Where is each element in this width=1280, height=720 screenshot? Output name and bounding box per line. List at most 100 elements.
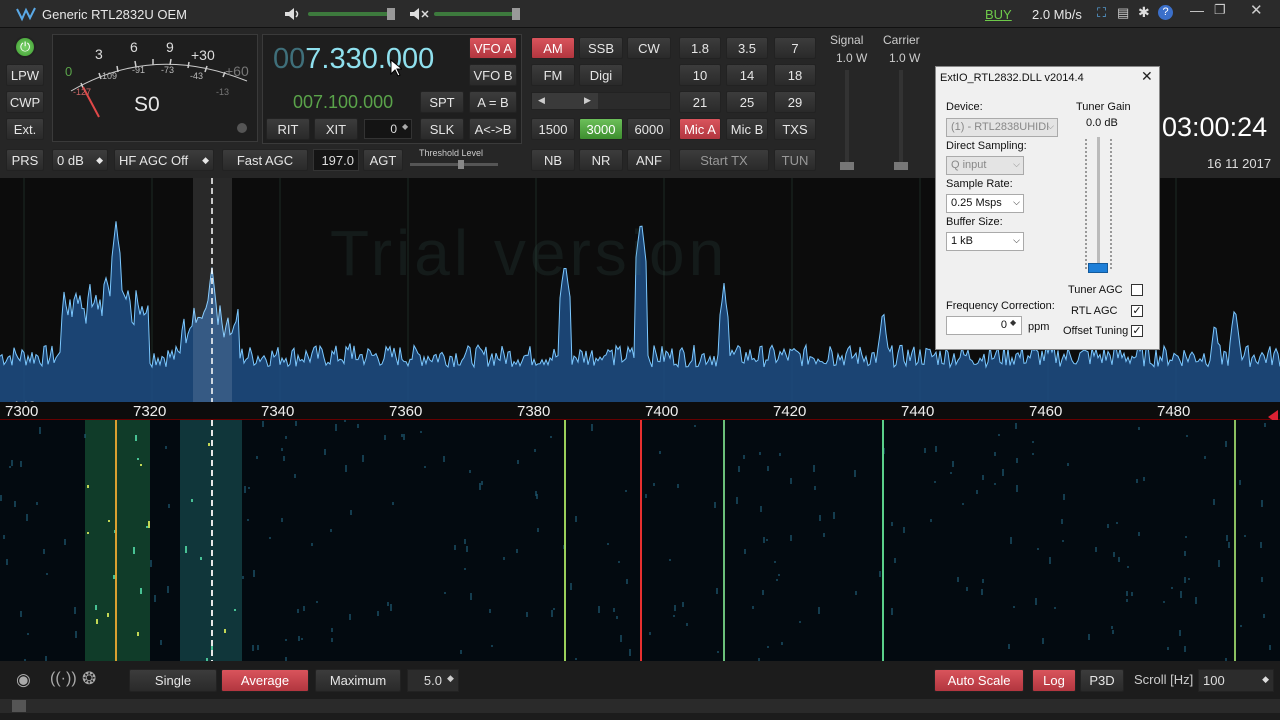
lpw-button[interactable]: LPW	[6, 64, 44, 86]
tuner-agc-checkbox[interactable]	[1131, 284, 1143, 296]
spin-icon[interactable]: ◆	[402, 122, 408, 131]
agt-button[interactable]: AGT	[363, 149, 403, 171]
sub-volume-slider-handle[interactable]	[512, 8, 520, 20]
vfo-b-frequency[interactable]: 007.100.000	[293, 92, 393, 113]
carrier-slider-handle[interactable]	[894, 162, 908, 170]
xit-button[interactable]: XIT	[314, 118, 358, 140]
bandwidth-slider[interactable]: ◀ ▶	[531, 92, 671, 110]
sub-volume-slider[interactable]	[434, 12, 518, 16]
close-icon[interactable]: ✕	[1250, 1, 1263, 19]
buy-link[interactable]: BUY	[985, 7, 1012, 22]
waterfall-speck	[1010, 537, 1012, 544]
ext-button[interactable]: Ext.	[6, 118, 44, 140]
buffer-size-select[interactable]: 1 kB ⌵	[946, 232, 1024, 251]
horizontal-scrollbar[interactable]	[0, 699, 1280, 713]
gain-select[interactable]: 0 dB ◆	[52, 149, 108, 171]
band-14-button[interactable]: 14	[726, 64, 768, 86]
p3d-button[interactable]: P3D	[1080, 669, 1124, 692]
tuner-gain-slider[interactable]	[1097, 137, 1100, 271]
average-button[interactable]: Average	[221, 669, 309, 692]
scrollbar-thumb[interactable]	[12, 700, 26, 712]
nr-button[interactable]: NR	[579, 149, 623, 171]
band-1-8-button[interactable]: 1.8	[679, 37, 721, 59]
mode-digi-button[interactable]: Digi	[579, 64, 623, 86]
rit-button[interactable]: RIT	[266, 118, 310, 140]
band-25-button[interactable]: 25	[726, 91, 768, 113]
mode-ssb-button[interactable]: SSB	[579, 37, 623, 59]
a-swap-b-button[interactable]: A<->B	[469, 118, 517, 140]
offset-tuning-checkbox[interactable]: ✓	[1131, 325, 1143, 337]
waterfall-speck	[570, 583, 572, 590]
waterfall-speck	[674, 605, 676, 611]
txs-button[interactable]: TXS	[774, 118, 816, 140]
threshold-slider[interactable]	[410, 163, 498, 166]
mute-icon[interactable]	[408, 6, 430, 22]
volume-slider-handle[interactable]	[387, 8, 395, 20]
prs-button[interactable]: PRS	[6, 149, 44, 171]
vfo-a-button[interactable]: VFO A	[469, 37, 517, 59]
right-arrow-icon[interactable]: ▶	[584, 95, 591, 106]
vfo-a-frequency[interactable]: 007.330.000	[273, 43, 434, 76]
vfo-b-button[interactable]: VFO B	[469, 64, 517, 86]
log-button[interactable]: Log	[1032, 669, 1076, 692]
band-29-button[interactable]: 29	[774, 91, 816, 113]
threshold-slider-handle[interactable]	[458, 160, 464, 169]
film-reel-icon[interactable]: ❂	[82, 669, 96, 689]
signal-slider[interactable]	[845, 70, 849, 166]
fullscreen-icon[interactable]: ⛶	[1097, 5, 1106, 21]
anf-button[interactable]: ANF	[627, 149, 671, 171]
waterfall-speck	[1171, 587, 1173, 589]
close-icon[interactable]: ✕	[1141, 68, 1153, 85]
fast-agc-button[interactable]: Fast AGC	[222, 149, 308, 171]
bw-1500-button[interactable]: 1500	[531, 118, 575, 140]
gear-icon[interactable]: ✱	[1138, 4, 1150, 21]
tun-button[interactable]: TUN	[774, 149, 816, 171]
start-tx-button[interactable]: Start TX	[679, 149, 769, 171]
cwp-button[interactable]: CWP	[6, 91, 44, 113]
tuner-gain-slider-handle[interactable]	[1088, 263, 1108, 273]
maximize-icon[interactable]: ❐	[1214, 2, 1226, 18]
rtl-agc-checkbox[interactable]: ✓	[1131, 305, 1143, 317]
sample-rate-select[interactable]: 0.25 Msps ⌵	[946, 194, 1024, 213]
spin-icon[interactable]: ◆	[447, 673, 454, 684]
spin-icon[interactable]: ◆	[1010, 318, 1016, 327]
waterfall-display[interactable]	[0, 420, 1280, 664]
bw-3000-button[interactable]: 3000	[579, 118, 623, 140]
mic-a-button[interactable]: Mic A	[679, 118, 721, 140]
band-21-button[interactable]: 21	[679, 91, 721, 113]
scroll-select[interactable]: 100 ◆	[1198, 669, 1274, 692]
bw-6000-button[interactable]: 6000	[627, 118, 671, 140]
a-equals-b-button[interactable]: A = B	[469, 91, 517, 113]
device-select[interactable]: (1) - RTL2838UHIDI ⌵	[946, 118, 1058, 137]
carrier-slider[interactable]	[899, 70, 903, 166]
auto-scale-button[interactable]: Auto Scale	[934, 669, 1024, 692]
antenna-icon[interactable]: ((·))	[50, 670, 77, 688]
power-button[interactable]: ⏻	[14, 36, 36, 58]
minimize-icon[interactable]: —	[1190, 2, 1204, 18]
band-18-button[interactable]: 18	[774, 64, 816, 86]
signal-slider-handle[interactable]	[840, 162, 854, 170]
agc-threshold-value[interactable]: 197.0	[313, 149, 359, 171]
spt-button[interactable]: SPT	[420, 91, 464, 113]
band-3-5-button[interactable]: 3.5	[726, 37, 768, 59]
single-button[interactable]: Single	[129, 669, 217, 692]
slk-button[interactable]: SLK	[420, 118, 464, 140]
band-10-button[interactable]: 10	[679, 64, 721, 86]
device-icon[interactable]: ▤	[1117, 5, 1129, 21]
mode-fm-button[interactable]: FM	[531, 64, 575, 86]
band-7-button[interactable]: 7	[774, 37, 816, 59]
direct-sampling-select[interactable]: Q input ⌵	[946, 156, 1024, 175]
waterfall-speck	[813, 465, 815, 472]
webcam-icon[interactable]: ◉	[16, 670, 31, 690]
maximum-button[interactable]: Maximum	[315, 669, 401, 692]
help-icon[interactable]: ?	[1158, 5, 1173, 20]
left-arrow-icon[interactable]: ◀	[538, 95, 545, 106]
agc-select[interactable]: HF AGC Off ◆	[114, 149, 214, 171]
mode-cw-button[interactable]: CW	[627, 37, 671, 59]
speaker-icon[interactable]	[283, 6, 303, 22]
mic-b-button[interactable]: Mic B	[726, 118, 768, 140]
mode-am-button[interactable]: AM	[531, 37, 575, 59]
nb-button[interactable]: NB	[531, 149, 575, 171]
volume-slider[interactable]	[308, 12, 394, 16]
signal-label: Signal	[830, 33, 864, 47]
